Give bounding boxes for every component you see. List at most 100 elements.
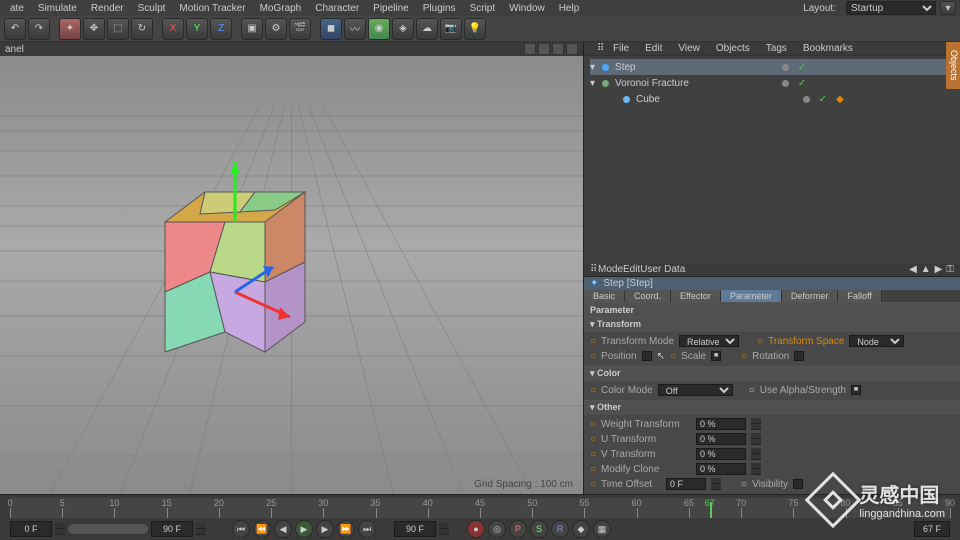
object-row-voronoi[interactable]: ▾ Voronoi Fracture ✓ bbox=[590, 75, 954, 91]
layout-dropdown[interactable]: Startup bbox=[846, 1, 936, 15]
tab-coord[interactable]: Coord. bbox=[625, 290, 671, 302]
perspective-viewport[interactable]: anel bbox=[0, 42, 584, 494]
scale-tool-button[interactable]: ⬚ bbox=[107, 18, 129, 40]
visibility-dot-icon[interactable] bbox=[778, 60, 792, 74]
object-name[interactable]: Step bbox=[615, 62, 775, 73]
attr-menu-item[interactable]: User Data bbox=[640, 264, 685, 275]
param-value-field[interactable] bbox=[696, 433, 746, 445]
tab-deformer[interactable]: Deformer bbox=[782, 290, 839, 302]
scale-checkbox[interactable] bbox=[711, 351, 721, 361]
key-pos-button[interactable]: P bbox=[509, 520, 527, 538]
stepper-icon[interactable] bbox=[751, 418, 761, 430]
menu-item[interactable]: Help bbox=[553, 2, 586, 15]
stepper-icon[interactable] bbox=[439, 523, 449, 535]
menu-item[interactable]: Character bbox=[309, 2, 365, 15]
om-menu-item[interactable]: Objects bbox=[709, 42, 757, 55]
lock-icon[interactable]: ⚿ bbox=[946, 264, 954, 275]
menu-item[interactable]: Motion Tracker bbox=[173, 2, 251, 15]
section-other-header[interactable]: ▾ Other bbox=[584, 401, 960, 415]
generator-button[interactable]: ◉ bbox=[368, 18, 390, 40]
tag-icon[interactable]: ◆ bbox=[833, 92, 847, 106]
render-picture-button[interactable]: 🎬 bbox=[289, 18, 311, 40]
expand-icon[interactable]: ▾ bbox=[590, 78, 595, 89]
prev-frame-button[interactable]: ◀ bbox=[274, 520, 292, 538]
param-value-field[interactable] bbox=[696, 463, 746, 475]
enable-check-icon[interactable]: ✓ bbox=[795, 60, 809, 74]
timeline-ruler[interactable]: 05101520253035404550556065707580859067 bbox=[10, 498, 950, 518]
camera-button[interactable]: 📷 bbox=[440, 18, 462, 40]
stepper-icon[interactable] bbox=[55, 523, 65, 535]
use-alpha-checkbox[interactable] bbox=[851, 385, 861, 395]
menu-item[interactable]: Plugins bbox=[417, 2, 462, 15]
environment-button[interactable]: ☁ bbox=[416, 18, 438, 40]
visibility-dot-icon[interactable] bbox=[799, 92, 813, 106]
stepper-icon[interactable] bbox=[196, 523, 206, 535]
next-frame-button[interactable]: ▶ bbox=[316, 520, 334, 538]
visibility-checkbox[interactable] bbox=[793, 479, 803, 489]
viewport-opt-icon[interactable] bbox=[538, 43, 550, 55]
stepper-icon[interactable] bbox=[751, 463, 761, 475]
layout-menu-icon[interactable]: ▾ bbox=[940, 1, 956, 15]
time-offset-field[interactable] bbox=[666, 478, 706, 490]
axis-y-button[interactable]: Y bbox=[186, 18, 208, 40]
spline-button[interactable]: 〰 bbox=[344, 18, 366, 40]
viewport-opt-icon[interactable] bbox=[566, 43, 578, 55]
viewport-opt-icon[interactable] bbox=[552, 43, 564, 55]
fractured-cube-object[interactable] bbox=[135, 162, 335, 362]
next-key-button[interactable]: ⏩ bbox=[337, 520, 355, 538]
autokey-button[interactable]: ◎ bbox=[488, 520, 506, 538]
om-menu-item[interactable]: File bbox=[606, 42, 636, 55]
position-checkbox[interactable] bbox=[642, 351, 652, 361]
key-param-button[interactable]: ◆ bbox=[572, 520, 590, 538]
undo-button[interactable]: ↶ bbox=[4, 18, 26, 40]
cube-primitive-button[interactable]: ◼ bbox=[320, 18, 342, 40]
menu-item[interactable]: Simulate bbox=[32, 2, 83, 15]
param-value-field[interactable] bbox=[696, 418, 746, 430]
light-button[interactable]: 💡 bbox=[464, 18, 486, 40]
object-name[interactable]: Cube bbox=[636, 94, 796, 105]
object-name[interactable]: Voronoi Fracture bbox=[615, 78, 775, 89]
menu-item[interactable]: Pipeline bbox=[367, 2, 415, 15]
current-frame-field[interactable] bbox=[394, 521, 436, 537]
render-settings-button[interactable]: ⚙ bbox=[265, 18, 287, 40]
axis-x-button[interactable]: X bbox=[162, 18, 184, 40]
goto-end-button[interactable]: ⏭ bbox=[358, 520, 376, 538]
fps-field[interactable] bbox=[914, 521, 950, 537]
play-button[interactable]: ▶ bbox=[295, 520, 313, 538]
range-slider[interactable] bbox=[68, 524, 148, 534]
tab-basic[interactable]: Basic bbox=[584, 290, 625, 302]
attr-menu-item[interactable]: Mode bbox=[598, 264, 623, 275]
key-pla-button[interactable]: ▦ bbox=[593, 520, 611, 538]
nav-up-icon[interactable]: ▲ bbox=[921, 264, 931, 275]
color-mode-dropdown[interactable]: Off bbox=[658, 384, 733, 396]
om-menu-item[interactable]: Bookmarks bbox=[796, 42, 860, 55]
menu-item[interactable]: Render bbox=[85, 2, 130, 15]
range-end-field[interactable] bbox=[151, 521, 193, 537]
transform-space-dropdown[interactable]: Node bbox=[849, 335, 904, 347]
enable-check-icon[interactable]: ✓ bbox=[816, 92, 830, 106]
tab-parameter[interactable]: Parameter bbox=[721, 290, 782, 302]
render-view-button[interactable]: ▣ bbox=[241, 18, 263, 40]
stepper-icon[interactable] bbox=[751, 448, 761, 460]
object-row-step[interactable]: ▾ Step ✓ bbox=[590, 59, 954, 75]
om-menu-item[interactable]: Edit bbox=[638, 42, 669, 55]
right-tab-objects[interactable]: Objects bbox=[946, 42, 960, 89]
transform-mode-dropdown[interactable]: Relative bbox=[679, 335, 739, 347]
expand-icon[interactable]: ▾ bbox=[590, 62, 595, 73]
live-selection-button[interactable]: ✦ bbox=[59, 18, 81, 40]
menu-item[interactable]: MoGraph bbox=[254, 2, 308, 15]
section-transform-header[interactable]: ▾ Transform bbox=[584, 318, 960, 332]
param-value-field[interactable] bbox=[696, 448, 746, 460]
menu-item[interactable]: ate bbox=[4, 2, 30, 15]
menu-item[interactable]: Window bbox=[503, 2, 551, 15]
record-button[interactable]: ● bbox=[467, 520, 485, 538]
attr-menu-item[interactable]: Edit bbox=[623, 264, 640, 275]
stepper-icon[interactable] bbox=[751, 433, 761, 445]
range-start-field[interactable] bbox=[10, 521, 52, 537]
object-manager-tree[interactable]: ▾ Step ✓ ▾ Voronoi Fracture ✓ Cube ✓ ◆ bbox=[584, 55, 960, 264]
move-tool-button[interactable]: ✥ bbox=[83, 18, 105, 40]
axis-z-button[interactable]: Z bbox=[210, 18, 232, 40]
rotation-checkbox[interactable] bbox=[794, 351, 804, 361]
viewport-opt-icon[interactable] bbox=[524, 43, 536, 55]
om-menu-item[interactable]: View bbox=[671, 42, 707, 55]
